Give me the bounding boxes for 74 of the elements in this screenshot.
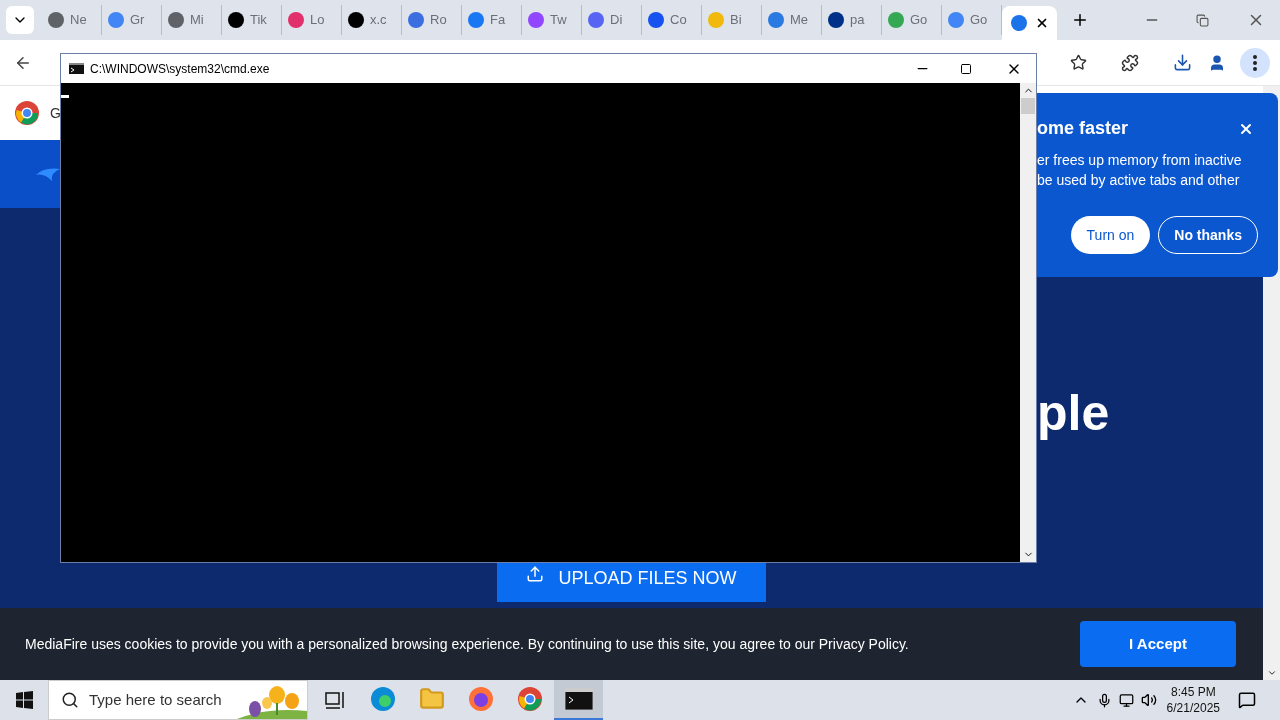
microphone-icon[interactable] [1096,692,1112,708]
promo-title: ome faster [1037,117,1130,140]
tab-title: Ro [430,11,447,30]
browser-tab[interactable]: Tik [222,5,282,35]
restore-icon[interactable] [1196,13,1209,27]
tab-title: Mi [190,11,204,30]
browser-tab[interactable]: Lo [282,5,342,35]
page-headline: ple [1037,384,1111,443]
search-icon [61,691,79,709]
cookie-notice: MediaFire uses cookies to provide you with a personalized browsing experience. By continuing to use this site, you agree to our Privacy Policy. [25,634,910,654]
chrome-icon [516,686,543,712]
firefox-icon [467,686,494,712]
edge-icon [369,686,396,712]
taskbar-app[interactable] [554,680,603,720]
tab-title: Gr [130,11,145,30]
search-field[interactable]: Type here to search [48,680,308,720]
tab-title: Go [910,11,928,30]
maximize-icon[interactable] [960,62,972,75]
promo-button[interactable]: Turn on [1070,216,1151,254]
browser-tab[interactable]: Bi [702,5,762,35]
upload-button[interactable]: UPLOAD FILES NOW [497,563,766,602]
chrome-icon [14,100,40,126]
logo-icon [36,167,60,181]
profile-icon[interactable] [1208,53,1226,72]
browser-tab[interactable]: Tw [522,5,582,35]
search-placeholder: Type here to search [89,689,223,710]
browser-tab[interactable]: Mi [162,5,222,35]
promo-text: er frees up memory from inactive [1037,151,1243,170]
scroll-down-icon[interactable] [1266,668,1277,678]
menu-button[interactable] [1240,47,1270,78]
tab-title: pa [850,11,865,30]
folder-icon [418,686,445,712]
browser-tab[interactable]: Gr [102,5,162,35]
browser-tab[interactable]: Me [762,5,822,35]
tab-search-button[interactable] [6,6,34,34]
tab-title: Di [610,11,623,30]
browser-tab[interactable]: Co [642,5,702,35]
tab-title: Me [790,11,809,30]
console-scrollbar[interactable] [1020,83,1036,562]
tab-title: Tik [250,11,267,30]
browser-tab[interactable]: Go [882,5,942,35]
bookmark-star-icon[interactable] [1070,54,1087,71]
infobar-text: G [50,103,61,123]
window-title: C:\WINDOWS\system32\cmd.exe [90,60,271,78]
console-icon [564,688,593,710]
clock-time: 8:45 PM [1170,684,1216,700]
browser-tab[interactable]: pa [822,5,882,35]
clock-date: 6/21/2025 [1166,700,1220,716]
browser-tab[interactable] [1002,6,1057,40]
extensions-icon[interactable] [1121,53,1139,72]
browser-tab[interactable]: Ro [402,5,462,35]
more-icon [1253,54,1257,71]
new-tab-icon[interactable] [1071,11,1089,29]
tab-title: Ne [70,11,87,30]
browser-tab[interactable]: Fa [462,5,522,35]
upload-icon [526,565,545,583]
tab-title: x.c [370,11,387,30]
tab-title: Fa [490,11,506,30]
browser-tab[interactable]: Go [942,5,1002,35]
console-icon [69,63,84,74]
browser-tab[interactable]: Ne [42,5,102,35]
tab-title: Co [670,11,687,30]
tab-title: Lo [310,11,325,30]
notifications-icon[interactable] [1238,691,1256,709]
tab-title: Bi [730,11,742,30]
tab-title: Tw [550,11,567,30]
browser-tab[interactable]: x.c [342,5,402,35]
browser-tab[interactable]: Di [582,5,642,35]
volume-icon[interactable] [1140,692,1157,708]
scroll-thumb[interactable] [1021,98,1035,114]
download-icon[interactable] [1173,53,1192,72]
promo-text: be used by active tabs and other [1037,171,1241,190]
accept-button[interactable]: I Accept [1080,621,1236,667]
tab-title: Go [970,11,988,30]
